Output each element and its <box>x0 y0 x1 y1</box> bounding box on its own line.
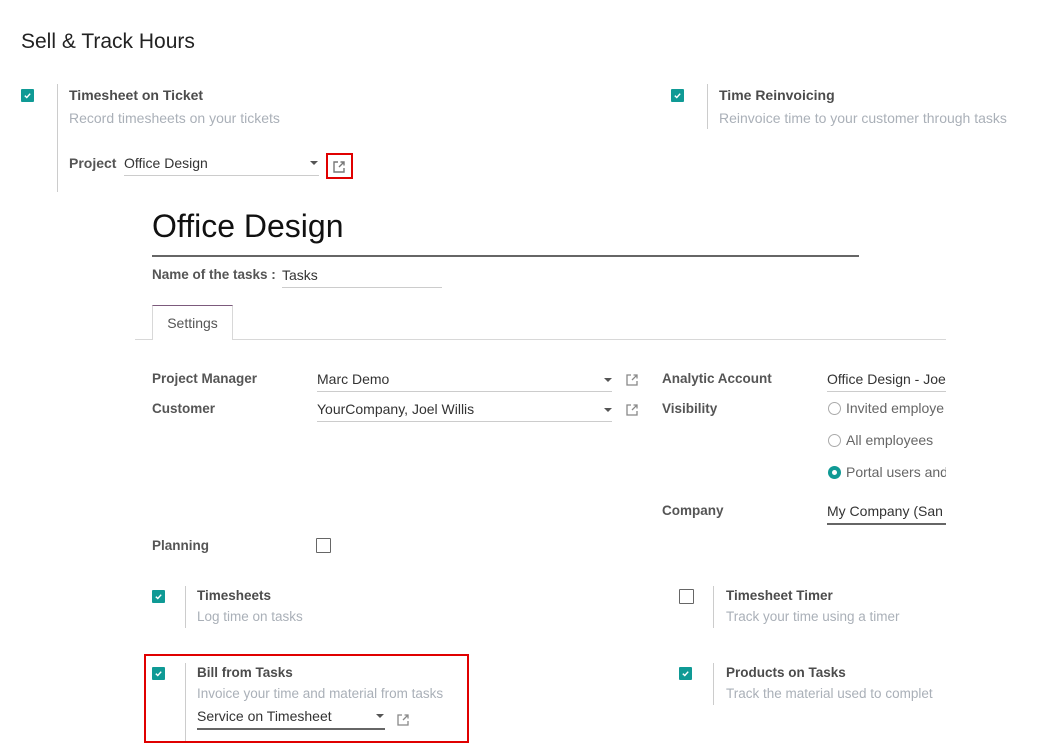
project-manager-select[interactable]: Marc Demo <box>317 371 612 392</box>
tab-bar-line <box>135 339 946 340</box>
task-name-label: Name of the tasks : <box>152 267 276 282</box>
timesheet-on-ticket-description: Record timesheets on your tickets <box>69 110 280 126</box>
task-name-value: Tasks <box>282 267 318 283</box>
time-reinvoicing-title: Time Reinvoicing <box>719 87 835 103</box>
timesheet-on-ticket-title: Timesheet on Ticket <box>69 87 204 103</box>
timesheets-description: Log time on tasks <box>197 609 303 624</box>
project-manager-value: Marc Demo <box>317 371 390 387</box>
section-title: Sell & Track Hours <box>21 30 195 53</box>
analytic-account-label: Analytic Account <box>662 371 772 386</box>
setting-divider <box>713 663 714 705</box>
visibility-radio-portal[interactable] <box>828 466 841 479</box>
bill-from-tasks-title: Bill from Tasks <box>197 665 293 680</box>
timesheet-timer-description: Track your time using a timer <box>726 609 900 624</box>
project-manager-external-link-icon[interactable] <box>624 372 640 388</box>
analytic-account-value: Office Design - Joe <box>827 371 946 387</box>
timesheet-timer-title: Timesheet Timer <box>726 588 833 603</box>
check-icon <box>155 594 162 600</box>
company-select[interactable]: My Company (San <box>827 503 946 525</box>
bill-from-tasks-checkbox[interactable] <box>152 667 165 680</box>
setting-divider <box>707 84 708 129</box>
products-on-tasks-title: Products on Tasks <box>726 665 846 680</box>
visibility-radio-invited[interactable] <box>828 402 841 415</box>
bill-from-tasks-description: Invoice your time and material from task… <box>197 686 444 701</box>
visibility-option-all-employees[interactable]: All employees <box>846 432 946 448</box>
project-dropdown-caret-icon[interactable] <box>310 161 318 165</box>
project-manager-caret-icon[interactable] <box>604 378 612 382</box>
project-form-title[interactable]: Office Design <box>152 208 344 245</box>
customer-caret-icon[interactable] <box>604 408 612 412</box>
timesheet-timer-checkbox[interactable] <box>679 589 694 604</box>
timesheets-checkbox[interactable] <box>152 590 165 603</box>
check-icon <box>682 671 689 677</box>
project-label: Project <box>69 155 117 171</box>
project-value: Office Design <box>124 155 208 171</box>
check-icon <box>24 93 31 99</box>
time-reinvoicing-checkbox[interactable] <box>671 89 684 102</box>
setting-divider <box>185 663 186 741</box>
visibility-option-portal[interactable]: Portal users and <box>846 464 946 480</box>
customer-value: YourCompany, Joel Willis <box>317 401 475 417</box>
planning-checkbox[interactable] <box>316 538 331 553</box>
company-value: My Company (San <box>827 503 943 519</box>
analytic-account-select[interactable]: Office Design - Joe <box>827 371 946 392</box>
setting-divider <box>185 586 186 628</box>
customer-select[interactable]: YourCompany, Joel Willis <box>317 401 612 422</box>
check-icon <box>674 93 681 99</box>
planning-label: Planning <box>152 538 209 553</box>
timesheet-on-ticket-checkbox[interactable] <box>21 89 34 102</box>
tab-settings[interactable]: Settings <box>152 305 233 340</box>
external-link-icon[interactable] <box>331 159 347 175</box>
visibility-radio-all-employees[interactable] <box>828 434 841 447</box>
customer-label: Customer <box>152 401 216 416</box>
bill-from-tasks-value: Service on Timesheet <box>197 708 332 724</box>
check-icon <box>155 671 162 677</box>
products-on-tasks-checkbox[interactable] <box>679 667 692 680</box>
customer-external-link-icon[interactable] <box>624 402 640 418</box>
bill-from-tasks-select[interactable]: Service on Timesheet <box>197 708 385 730</box>
bill-from-tasks-external-link-icon[interactable] <box>395 712 411 728</box>
visibility-label: Visibility <box>662 401 718 416</box>
company-label: Company <box>662 503 724 518</box>
setting-divider <box>57 84 58 192</box>
title-underline <box>152 255 859 257</box>
products-on-tasks-description: Track the material used to complet <box>726 686 933 701</box>
visibility-option-invited[interactable]: Invited employe <box>846 400 946 416</box>
bill-from-tasks-caret-icon[interactable] <box>376 714 384 718</box>
task-name-input[interactable]: Tasks <box>282 267 442 288</box>
timesheets-title: Timesheets <box>197 588 272 603</box>
tab-settings-label: Settings <box>167 315 218 331</box>
setting-divider <box>713 586 714 628</box>
project-select[interactable]: Office Design <box>124 155 319 176</box>
time-reinvoicing-description: Reinvoice time to your customer through … <box>719 110 1007 126</box>
project-manager-label: Project Manager <box>152 371 258 386</box>
